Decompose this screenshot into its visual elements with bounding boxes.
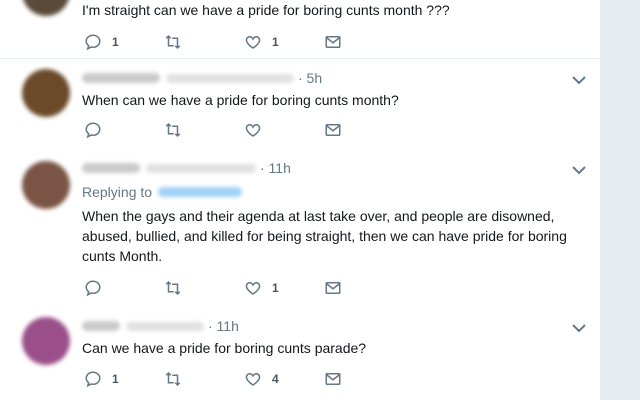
tweet-actions: 1 [82,278,582,298]
direct-message-button[interactable] [324,120,342,140]
display-name[interactable] [82,73,160,83]
like-button[interactable] [244,120,272,140]
like-button[interactable]: 1 [244,278,279,298]
reply-count: 1 [112,372,119,386]
envelope-icon [325,373,341,385]
retweet-button[interactable] [164,278,192,298]
avatar[interactable] [22,317,70,365]
retweet-icon [165,122,181,138]
display-name[interactable] [82,163,140,173]
tweet-actions: 1 4 [82,369,582,389]
retweet-button[interactable] [164,369,192,389]
direct-message-button[interactable] [324,278,342,298]
heart-icon [245,372,261,386]
tweet-timeline: I'm straight can we have a pride for bor… [0,0,600,400]
avatar[interactable] [22,69,70,117]
retweet-button[interactable] [164,120,192,140]
user-handle[interactable] [126,321,204,331]
reply-icon [85,122,101,139]
tweet-text: Can we have a pride for boring cunts par… [82,340,367,356]
reply-icon [85,34,101,51]
tweet-header: · 5h [82,69,322,87]
avatar[interactable] [22,0,70,16]
user-handle[interactable] [146,163,256,173]
reply-icon [85,280,101,297]
envelope-icon [325,36,341,48]
like-button[interactable]: 4 [244,369,279,389]
tweet-actions [82,120,582,140]
avatar[interactable] [22,161,70,209]
envelope-icon [325,124,341,136]
heart-icon [245,123,261,137]
tweet-timestamp[interactable]: · 5h [298,70,322,86]
like-count: 4 [272,372,279,386]
replying-to-handle[interactable] [158,187,243,197]
direct-message-button[interactable] [324,369,342,389]
heart-icon [245,281,261,295]
tweet[interactable]: · 11h Can we have a pride for boring cun… [0,307,600,400]
display-name[interactable] [82,321,120,331]
retweet-icon [165,280,181,296]
like-count: 1 [272,35,279,49]
tweet-header: · 11h [82,317,239,335]
reply-button[interactable]: 1 [84,32,119,52]
tweet[interactable]: I'm straight can we have a pride for bor… [0,0,600,59]
reply-count: 1 [112,35,119,49]
envelope-icon [325,282,341,294]
tweet-timestamp[interactable]: · 11h [208,318,239,334]
replying-to-label: Replying to [82,184,153,200]
like-button[interactable]: 1 [244,32,279,52]
chevron-down-icon[interactable] [572,323,586,333]
retweet-icon [165,34,181,50]
tweet-actions: 1 1 [82,32,582,52]
direct-message-button[interactable] [324,32,342,52]
tweet-header: · 11h [82,159,291,177]
chevron-down-icon[interactable] [572,75,586,85]
reply-button[interactable]: 1 [84,369,119,389]
reply-button[interactable] [84,278,112,298]
tweet-text: When can we have a pride for boring cunt… [82,92,399,108]
tweet-text: I'm straight can we have a pride for bor… [82,2,450,18]
reply-icon [85,371,101,388]
tweet-text: When the gays and their agenda at last t… [82,208,571,264]
chevron-down-icon[interactable] [572,165,586,175]
tweet[interactable]: · 5h When can we have a pride for boring… [0,59,600,150]
tweet[interactable]: · 11h Replying to When the gays and thei… [0,149,600,308]
reply-button[interactable] [84,120,112,140]
heart-icon [245,35,261,49]
retweet-button[interactable] [164,32,192,52]
user-handle[interactable] [166,73,294,83]
like-count: 1 [272,281,279,295]
replying-to: Replying to [82,184,243,200]
retweet-icon [165,371,181,387]
tweet-timestamp[interactable]: · 11h [260,160,291,176]
